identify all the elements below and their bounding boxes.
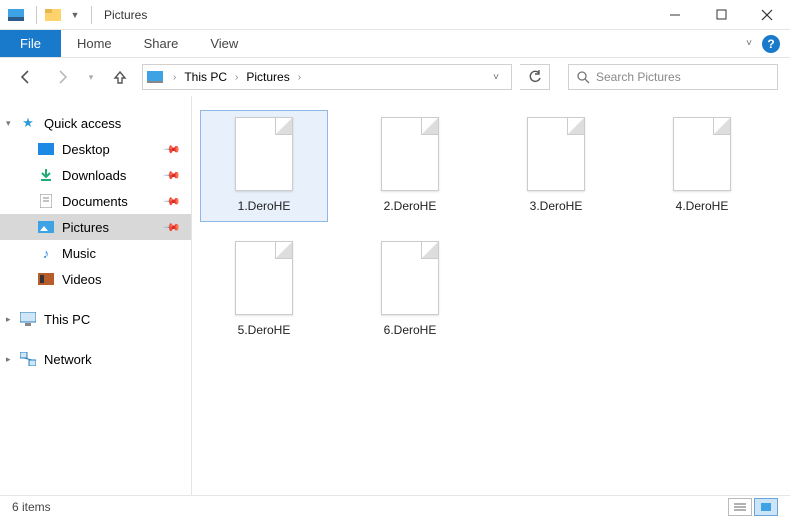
main-area: ▾ ★ Quick access Desktop 📌 Downloads 📌 D…	[0, 96, 790, 495]
file-name: 2.DeroHE	[384, 199, 437, 213]
pin-icon: 📌	[163, 218, 182, 237]
sidebar-quick-access[interactable]: ▾ ★ Quick access	[0, 110, 191, 136]
file-name: 4.DeroHE	[676, 199, 729, 213]
item-count: 6 items	[12, 500, 51, 514]
sidebar-item-videos[interactable]: Videos	[0, 266, 191, 292]
search-input[interactable]: Search Pictures	[568, 64, 778, 90]
documents-icon	[38, 193, 54, 209]
pin-icon: 📌	[163, 192, 182, 211]
file-icon	[235, 117, 293, 191]
star-icon: ★	[20, 115, 36, 131]
address-dropdown-icon[interactable]: ˅	[485, 72, 507, 83]
search-placeholder: Search Pictures	[596, 70, 681, 84]
tab-file[interactable]: File	[0, 30, 61, 57]
maximize-button[interactable]	[698, 0, 744, 30]
pin-icon: 📌	[163, 166, 182, 185]
refresh-button[interactable]	[520, 64, 550, 90]
tab-home[interactable]: Home	[61, 30, 128, 57]
file-item[interactable]: 1.DeroHE	[200, 110, 328, 222]
pc-icon	[20, 311, 36, 327]
file-icon	[673, 117, 731, 191]
close-button[interactable]	[744, 0, 790, 30]
icons-view-button[interactable]	[754, 498, 778, 516]
file-icon	[381, 117, 439, 191]
crumb-thispc[interactable]: This PC	[182, 70, 229, 84]
file-item[interactable]: 4.DeroHE	[638, 110, 766, 222]
details-view-button[interactable]	[728, 498, 752, 516]
pictures-icon	[38, 219, 54, 235]
desktop-icon	[38, 141, 54, 157]
sidebar-item-label: Desktop	[62, 142, 110, 157]
app-icon	[8, 7, 24, 23]
back-button[interactable]	[12, 63, 40, 91]
ribbon-tabs: File Home Share View ˅ ?	[0, 30, 790, 58]
file-item[interactable]: 3.DeroHE	[492, 110, 620, 222]
file-item[interactable]: 6.DeroHE	[346, 234, 474, 346]
view-switcher	[728, 498, 778, 516]
up-button[interactable]	[106, 63, 134, 91]
sidebar-item-music[interactable]: ♪ Music	[0, 240, 191, 266]
pc-icon	[147, 68, 165, 86]
file-name: 6.DeroHE	[384, 323, 437, 337]
recent-dropdown-icon[interactable]: ▾	[84, 63, 98, 91]
chevron-right-icon[interactable]: ▸	[6, 314, 11, 325]
ribbon-collapse-icon[interactable]: ˅	[746, 38, 752, 49]
sidebar-item-pictures[interactable]: Pictures 📌	[0, 214, 191, 240]
navigation-pane: ▾ ★ Quick access Desktop 📌 Downloads 📌 D…	[0, 96, 192, 495]
sidebar-label: Network	[44, 352, 92, 367]
file-name: 5.DeroHE	[238, 323, 291, 337]
sidebar-network[interactable]: ▸ Network	[0, 346, 191, 372]
file-item[interactable]: 2.DeroHE	[346, 110, 474, 222]
chevron-right-icon[interactable]: ›	[167, 72, 182, 83]
sidebar-item-label: Videos	[62, 272, 102, 287]
file-item[interactable]: 5.DeroHE	[200, 234, 328, 346]
crumb-folder[interactable]: Pictures	[244, 70, 291, 84]
file-icon	[235, 241, 293, 315]
qat-dropdown-icon[interactable]: ▼	[67, 7, 83, 23]
videos-icon	[38, 271, 54, 287]
file-icon	[527, 117, 585, 191]
sidebar-item-label: Pictures	[62, 220, 109, 235]
title-bar: ▼ Pictures	[0, 0, 790, 30]
file-icon	[381, 241, 439, 315]
folder-icon[interactable]	[45, 7, 61, 23]
sidebar-label: This PC	[44, 312, 90, 327]
pin-icon: 📌	[163, 140, 182, 159]
tab-share[interactable]: Share	[128, 30, 195, 57]
address-bar: ▾ › This PC › Pictures › ˅ Search Pictur…	[0, 58, 790, 96]
sidebar-label: Quick access	[44, 116, 121, 131]
file-name: 3.DeroHE	[530, 199, 583, 213]
separator	[91, 6, 92, 24]
window-controls	[652, 0, 790, 30]
chevron-down-icon[interactable]: ▾	[6, 118, 11, 129]
forward-button[interactable]	[48, 63, 76, 91]
downloads-icon	[38, 167, 54, 183]
chevron-right-icon[interactable]: ›	[229, 72, 244, 83]
help-icon[interactable]: ?	[762, 35, 780, 53]
search-icon	[577, 71, 590, 84]
sidebar-item-downloads[interactable]: Downloads 📌	[0, 162, 191, 188]
sidebar-item-documents[interactable]: Documents 📌	[0, 188, 191, 214]
music-icon: ♪	[38, 245, 54, 261]
quick-access-toolbar: ▼	[41, 7, 87, 23]
sidebar-item-label: Documents	[62, 194, 128, 209]
chevron-right-icon[interactable]: ▸	[6, 354, 11, 365]
sidebar-this-pc[interactable]: ▸ This PC	[0, 306, 191, 332]
chevron-right-icon[interactable]: ›	[292, 72, 307, 83]
sidebar-item-label: Music	[62, 246, 96, 261]
separator	[36, 6, 37, 24]
file-list[interactable]: 1.DeroHE 2.DeroHE 3.DeroHE 4.DeroHE 5.De…	[192, 96, 790, 495]
sidebar-item-label: Downloads	[62, 168, 126, 183]
minimize-button[interactable]	[652, 0, 698, 30]
breadcrumb[interactable]: › This PC › Pictures › ˅	[142, 64, 512, 90]
file-name: 1.DeroHE	[238, 199, 291, 213]
status-bar: 6 items	[0, 495, 790, 517]
window-title: Pictures	[104, 8, 147, 22]
network-icon	[20, 351, 36, 367]
tab-view[interactable]: View	[194, 30, 254, 57]
sidebar-item-desktop[interactable]: Desktop 📌	[0, 136, 191, 162]
